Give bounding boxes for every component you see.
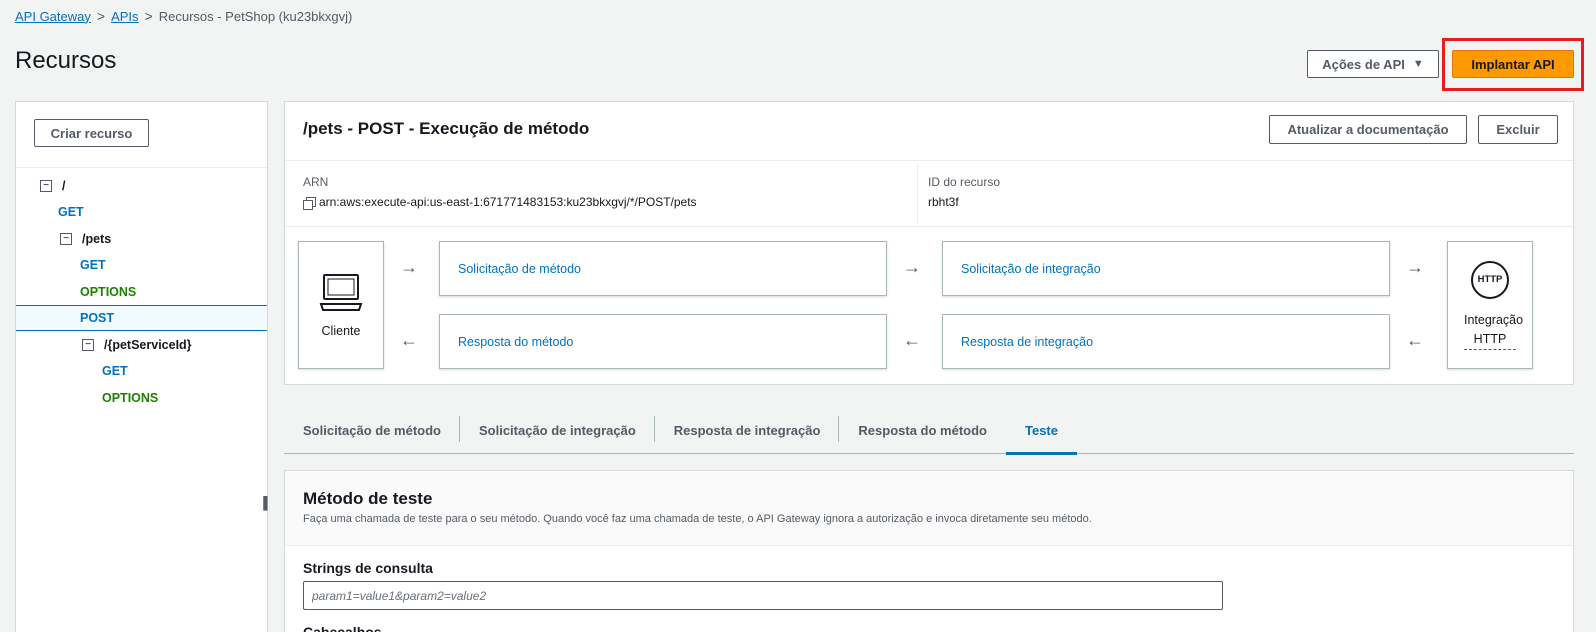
resource-id-label: ID do recurso — [928, 175, 1001, 189]
delete-button[interactable]: Excluir — [1478, 115, 1558, 144]
chevron-right-icon: > — [144, 8, 153, 24]
method-request-link[interactable]: Solicitação de método — [439, 241, 887, 296]
tree-item-label: /{petServiceId} — [104, 338, 192, 352]
tree-item-label: POST — [80, 311, 115, 325]
test-title: Método de teste — [303, 489, 433, 508]
tree-method-post[interactable]: POST — [16, 305, 267, 331]
arn-value: arn:aws:execute-api:us-east-1:6717714831… — [319, 195, 697, 209]
create-resource-button[interactable]: Criar recurso — [34, 119, 149, 147]
arrow-left-icon: ← — [400, 330, 418, 350]
tree-method-get[interactable]: GET — [16, 358, 267, 384]
panel-resize-handle[interactable]: ▐ — [259, 496, 268, 510]
laptop-icon — [319, 274, 363, 311]
tree-method-get[interactable]: GET — [16, 252, 267, 278]
tree-method-options[interactable]: OPTIONS — [16, 279, 267, 305]
arn-block: ARN arn:aws:execute-api:us-east-1:671771… — [303, 175, 697, 210]
breadcrumb: API Gateway > APIs > Recursos - PetShop … — [15, 8, 352, 24]
test-description: Faça uma chamada de teste para o seu mét… — [303, 513, 1092, 525]
tree-item-label: GET — [58, 205, 84, 219]
tab-solicitacao-de-metodo[interactable]: Solicitação de método — [284, 408, 460, 453]
test-header: Método de teste Faça uma chamada de test… — [285, 471, 1573, 546]
tab-teste[interactable]: Teste — [1006, 408, 1077, 455]
api-actions-button[interactable]: Ações de API ▼ — [1307, 50, 1439, 78]
method-tabs: Solicitação de método Solicitação de inte… — [284, 408, 1574, 455]
breadcrumb-current: Recursos - PetShop (ku23bkxgvj) — [158, 8, 353, 24]
tab-resposta-do-metodo[interactable]: Resposta do método — [839, 408, 1006, 453]
breadcrumb-api-gateway[interactable]: API Gateway — [15, 9, 91, 24]
tree-item-label: GET — [102, 364, 128, 378]
resource-id-block: ID do recurso rbht3f — [928, 175, 1000, 209]
collapse-icon[interactable]: − — [40, 180, 52, 192]
deploy-api-button[interactable]: Implantar API — [1452, 50, 1574, 78]
api-actions-label: Ações de API — [1322, 56, 1405, 72]
chevron-right-icon: > — [96, 8, 106, 24]
arrow-right-icon: → — [400, 257, 418, 277]
resource-id-value: rbht3f — [928, 195, 959, 209]
tree-item-label: / — [62, 179, 66, 193]
integration-request-link[interactable]: Solicitação de integração — [942, 241, 1390, 296]
resource-tree-toolbar: Criar recurso — [16, 102, 267, 168]
update-documentation-button[interactable]: Atualizar a documentação — [1269, 115, 1467, 144]
page-title: Recursos — [15, 47, 117, 74]
integration-type-label[interactable]: Integração HTTP — [1464, 311, 1523, 350]
tree-resource-root[interactable]: − / — [16, 173, 267, 199]
arn-label: ARN — [303, 175, 329, 189]
tree-item-label: GET — [80, 258, 106, 272]
tree-item-label: /pets — [82, 232, 112, 246]
http-icon: HTTP — [1471, 260, 1509, 299]
tree-resource-pets[interactable]: −/pets — [16, 226, 267, 252]
tree-item-label: OPTIONS — [102, 391, 159, 405]
headers-label: Cabeçalhos — [303, 624, 382, 632]
client-box: Cliente — [298, 241, 384, 369]
query-strings-label: Strings de consulta — [303, 560, 433, 576]
arn-value-row: arn:aws:execute-api:us-east-1:6717714831… — [303, 195, 697, 210]
tab-resposta-de-integracao[interactable]: Resposta de integração — [655, 408, 840, 453]
method-header: /pets - POST - Execução de método Atuali… — [285, 102, 1573, 161]
arrow-right-icon: → — [903, 257, 921, 277]
integration-response-link[interactable]: Resposta de integração — [942, 314, 1390, 369]
tree-resource-petserviceid[interactable]: −/{petServiceId} — [16, 332, 267, 358]
collapse-icon[interactable]: − — [60, 233, 72, 245]
breadcrumb-apis[interactable]: APIs — [111, 9, 138, 24]
caret-down-icon: ▼ — [1412, 58, 1424, 70]
arrow-left-icon: ← — [903, 330, 921, 350]
arrow-left-icon: ← — [1406, 330, 1424, 350]
tree-method-options[interactable]: OPTIONS — [16, 385, 267, 411]
method-execution-panel: /pets - POST - Execução de método Atuali… — [284, 101, 1574, 385]
divider — [917, 164, 918, 224]
client-label: Cliente — [321, 324, 361, 338]
copy-icon[interactable] — [303, 196, 316, 210]
method-response-link[interactable]: Resposta do método — [439, 314, 887, 369]
tree-item-label: OPTIONS — [80, 285, 137, 299]
method-title: /pets - POST - Execução de método — [303, 119, 590, 138]
resource-tree-panel: Criar recurso − / GET −/pets GET OPTIONS POST −… — [15, 101, 268, 632]
tree-method-get[interactable]: GET — [16, 199, 267, 225]
query-strings-input[interactable] — [303, 581, 1223, 610]
method-details: ARN arn:aws:execute-api:us-east-1:671771… — [285, 161, 1573, 227]
test-method-panel: Método de teste Faça uma chamada de test… — [284, 470, 1574, 632]
collapse-icon[interactable]: − — [82, 339, 94, 351]
http-integration-box: HTTP Integração HTTP — [1447, 241, 1533, 369]
tab-solicitacao-de-integracao[interactable]: Solicitação de integração — [460, 408, 655, 453]
arrow-right-icon: → — [1406, 257, 1424, 277]
